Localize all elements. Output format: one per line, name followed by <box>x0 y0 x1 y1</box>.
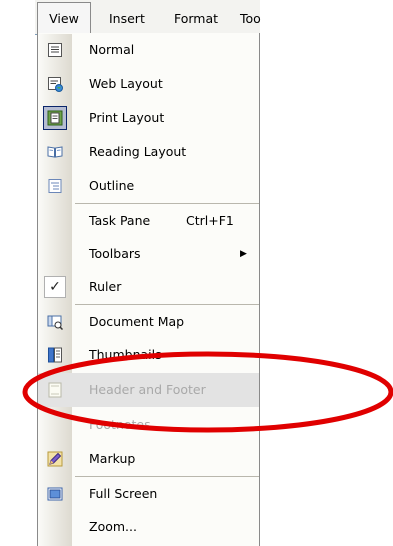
menu-bar: View Insert Format Too <box>35 0 261 35</box>
menu-item-toolbars[interactable]: Toolbars ▶ <box>38 237 259 271</box>
menu-item-label: Header and Footer <box>89 382 206 397</box>
markup-pencil-icon <box>47 451 63 467</box>
menu-item-label: Ruler <box>89 279 122 294</box>
menu-item-label: Normal <box>89 42 135 57</box>
menu-item-print-layout[interactable]: Print Layout <box>38 101 259 135</box>
menu-item-label: Reading Layout <box>89 144 187 159</box>
menu-item-shortcut: Ctrl+F1 <box>186 213 234 228</box>
open-book-icon <box>47 146 63 158</box>
web-layout-icon <box>48 77 63 92</box>
thumbnails-icon <box>48 347 62 363</box>
menu-item-ruler[interactable]: ✓ Ruler <box>38 270 259 304</box>
menu-item-label: Thumbnails <box>89 347 162 362</box>
menu-item-label: Print Layout <box>89 110 165 125</box>
full-screen-icon <box>47 487 63 501</box>
menu-item-label: Toolbars <box>89 246 141 261</box>
menu-item-web-layout[interactable]: Web Layout <box>38 67 259 101</box>
menu-item-zoom[interactable]: Zoom... <box>38 510 259 544</box>
header-footer-icon <box>48 382 62 398</box>
menu-item-task-pane[interactable]: Task Pane Ctrl+F1 <box>38 204 259 238</box>
menu-item-normal[interactable]: Normal <box>38 33 259 67</box>
menu-tools[interactable]: Too <box>240 11 261 27</box>
check-icon: ✓ <box>44 276 66 298</box>
outline-view-icon <box>48 179 62 193</box>
menu-item-label: Task Pane <box>89 213 151 228</box>
normal-view-icon <box>48 43 62 57</box>
menu-view[interactable]: View <box>37 2 91 33</box>
menu-item-markup[interactable]: Markup <box>38 442 259 476</box>
menu-item-thumbnails[interactable]: Thumbnails <box>38 338 259 372</box>
menu-item-document-map[interactable]: Document Map <box>38 305 259 339</box>
menu-item-label: Markup <box>89 451 136 466</box>
document-map-icon <box>47 315 63 330</box>
menu-item-label: Footnotes <box>89 417 151 432</box>
menu-item-label: Zoom... <box>89 519 137 534</box>
menu-format[interactable]: Format <box>174 11 218 27</box>
menu-item-label: Document Map <box>89 314 185 329</box>
print-layout-icon <box>47 110 63 126</box>
menu-item-footnotes[interactable]: Footnotes <box>38 408 259 442</box>
menu-item-label: Outline <box>89 178 135 193</box>
menu-item-reading-layout[interactable]: Reading Layout <box>38 135 259 169</box>
menu-item-header-footer[interactable]: Header and Footer <box>38 373 259 407</box>
submenu-arrow-icon: ▶ <box>240 249 247 259</box>
menu-item-label: Full Screen <box>89 486 158 501</box>
menu-insert[interactable]: Insert <box>109 11 145 27</box>
menu-item-full-screen[interactable]: Full Screen <box>38 477 259 511</box>
menu-item-label: Web Layout <box>89 76 163 91</box>
menu-item-outline[interactable]: Outline <box>38 169 259 203</box>
